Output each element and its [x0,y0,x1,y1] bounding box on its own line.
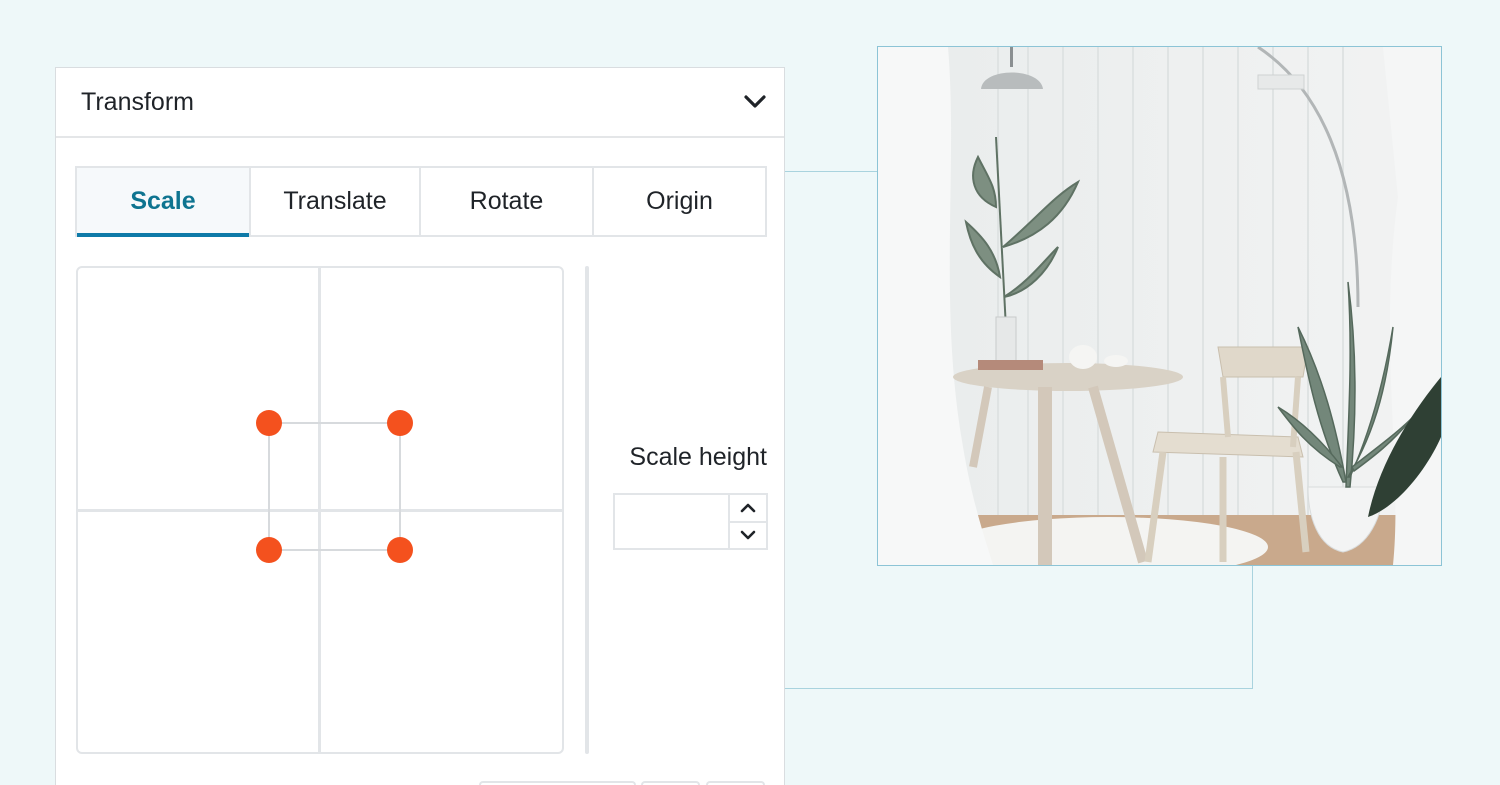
tab-scale[interactable]: Scale [77,168,251,237]
footer-button[interactable] [641,781,700,785]
chevron-down-icon[interactable] [744,91,766,113]
scale-handle-top-right[interactable] [387,410,413,436]
scale-handle-bottom-right[interactable] [387,537,413,563]
scale-handle-top-left[interactable] [256,410,282,436]
chevron-up-icon[interactable] [730,495,766,523]
transform-tabs: Scale Translate Rotate Origin [75,166,767,237]
tab-rotate[interactable]: Rotate [421,168,594,235]
guide-line [785,171,878,172]
guide-outline [785,566,1253,689]
tab-origin[interactable]: Origin [594,168,765,235]
scale-height-input[interactable] [615,495,728,548]
preview-image [877,46,1442,566]
footer-button[interactable] [479,781,636,785]
scale-box [256,410,413,563]
scale-height-track[interactable] [585,266,589,754]
scale-height-label: Scale height [629,443,767,471]
panel-title: Transform [81,87,194,116]
stepper-buttons [728,495,766,548]
tab-translate[interactable]: Translate [251,168,421,235]
scale-height-stepper [613,493,768,550]
transform-panel: Transform Scale Translate Rotate Origin [55,67,785,785]
footer-button[interactable] [706,781,765,785]
scale-handle-bottom-left[interactable] [256,537,282,563]
transform-panel-header[interactable]: Transform [56,68,784,138]
chevron-down-icon[interactable] [730,523,766,549]
scale-grid [76,266,564,754]
canvas: Transform Scale Translate Rotate Origin [0,0,1500,785]
